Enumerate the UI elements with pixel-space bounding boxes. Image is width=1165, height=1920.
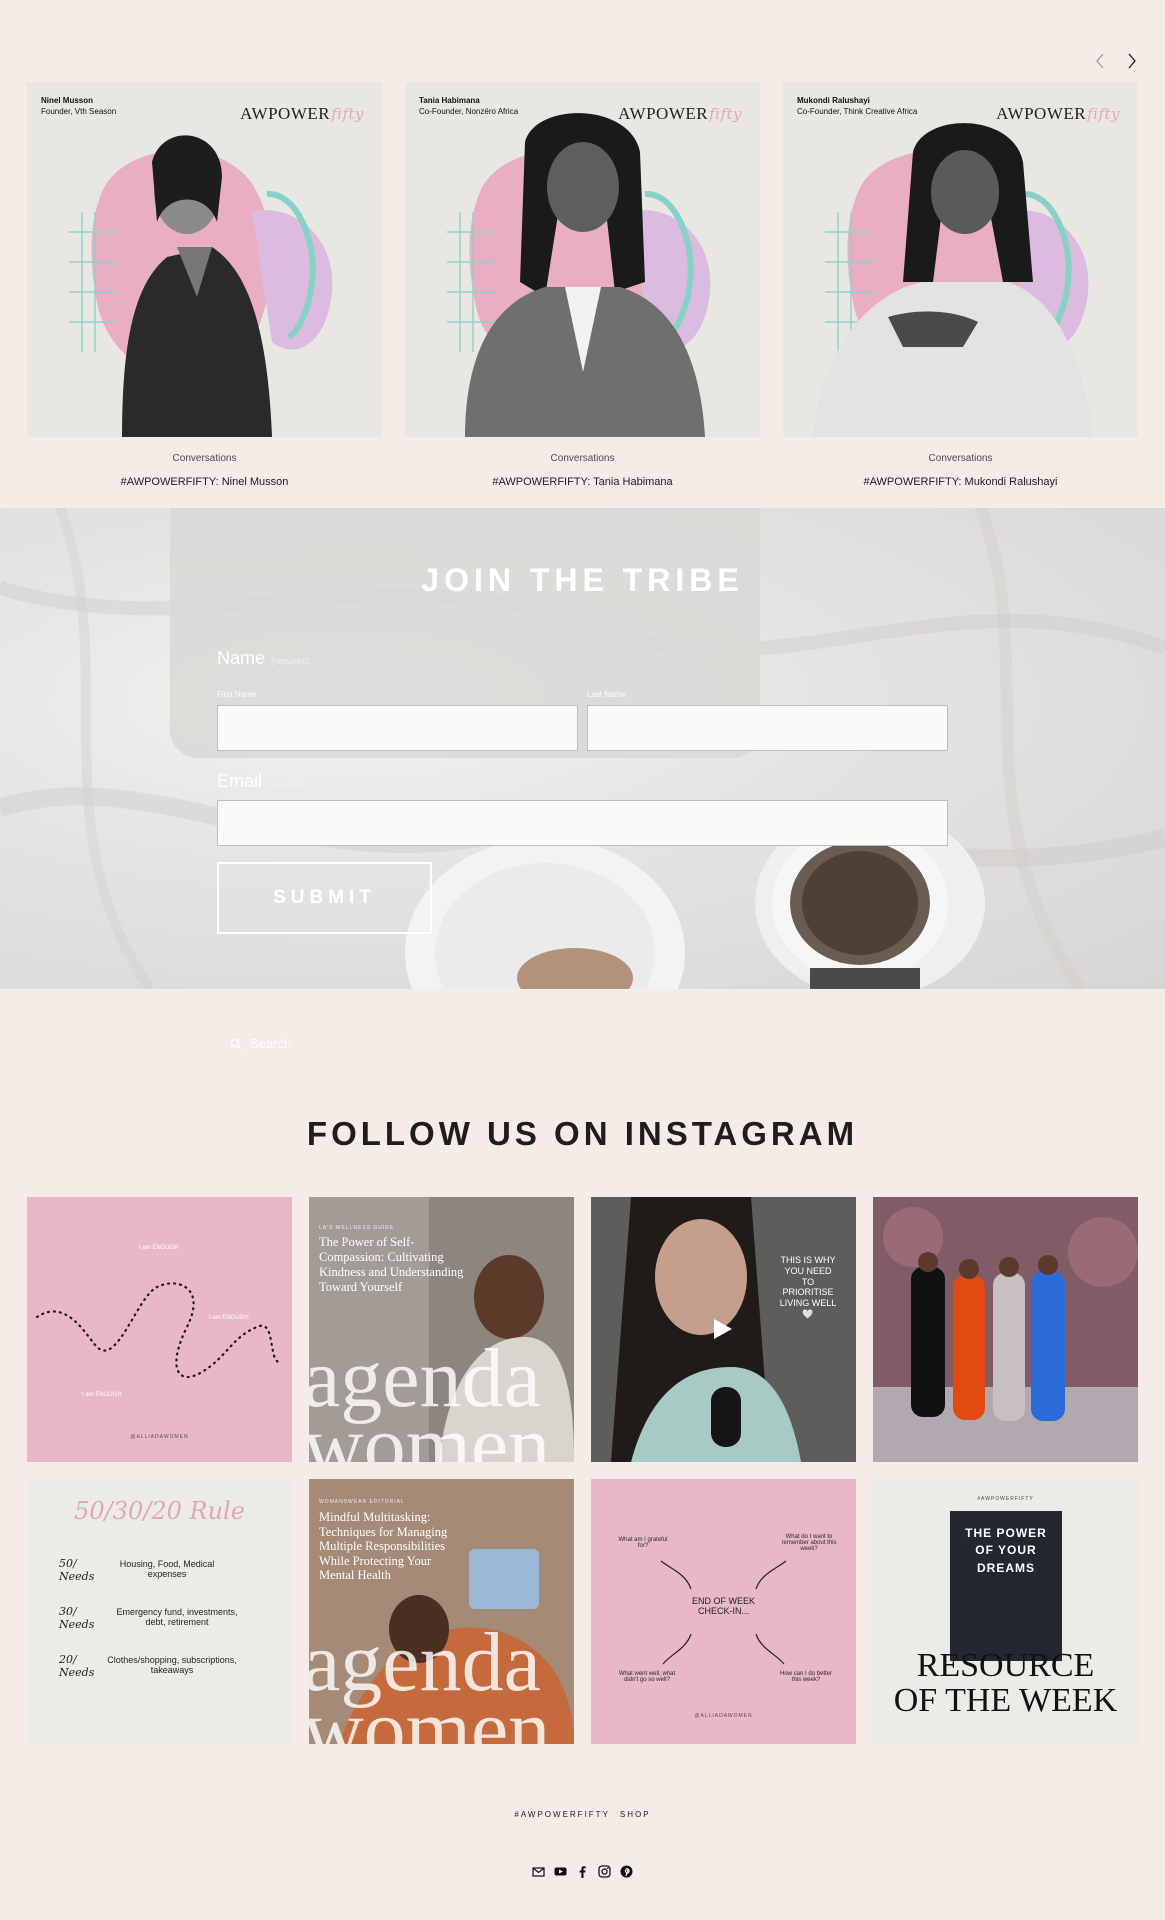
youtube-icon[interactable]: [554, 1865, 567, 1878]
post-handle: @ALLIADAWOMEN: [130, 1434, 189, 1440]
post-watermark: agenda women: [309, 1616, 551, 1744]
card-category[interactable]: Conversations: [405, 453, 760, 464]
article-card[interactable]: Mukondi Ralushayi Co-Founder, Think Crea…: [783, 82, 1138, 488]
post-question: What do I want to remember about this we…: [781, 1534, 837, 1552]
instagram-post[interactable]: [873, 1197, 1138, 1462]
first-name-field[interactable]: [217, 705, 578, 751]
instagram-post[interactable]: 50/30/20 Rule 50/ Needs Housing, Food, M…: [27, 1479, 292, 1744]
portrait-illustration: [813, 123, 1093, 437]
post-photo: [873, 1197, 1138, 1462]
join-title: JOIN THE TRIBE: [421, 562, 744, 598]
footer-nav: #AWPOWERFIFTY SHOP: [0, 1810, 1165, 1819]
submit-button[interactable]: SUBMIT: [217, 862, 432, 934]
post-headline: The Power of Self-Compassion: Cultivatin…: [319, 1235, 464, 1294]
card-title[interactable]: #AWPOWERFIFTY: Ninel Musson: [27, 476, 382, 488]
video-overlay-text: THIS IS WHY YOU NEED TO PRIORITISE LIVIN…: [779, 1255, 837, 1319]
portrait-illustration: [69, 135, 333, 437]
email-field[interactable]: [217, 800, 948, 846]
last-name-field[interactable]: [587, 705, 948, 751]
card-category[interactable]: Conversations: [27, 453, 382, 464]
instagram-post[interactable]: I am ENOUGH I am ENOUGH I am ENOUGH @ALL…: [27, 1197, 292, 1462]
last-name-label: Last Name: [587, 690, 626, 699]
affirmation-text: I am ENOUGH: [209, 1315, 249, 1321]
book-title: THE POWER OF YOUR DREAMS: [965, 1526, 1047, 1575]
search-input[interactable]: Search: [250, 1036, 291, 1051]
mail-icon[interactable]: [532, 1865, 545, 1878]
instagram-post[interactable]: #AWPOWERFIFTY THE POWER OF YOUR DREAMS R…: [873, 1479, 1138, 1744]
post-handle: @ALLIADAWOMEN: [694, 1713, 753, 1719]
play-icon[interactable]: [712, 1317, 734, 1346]
facebook-icon[interactable]: [576, 1865, 589, 1878]
post-headline: OF THE WEEK: [893, 1682, 1118, 1719]
prev-arrow-icon[interactable]: [1091, 52, 1109, 70]
carousel-arrows: [1091, 52, 1141, 70]
post-center-text: END OF WEEK CHECK-IN...: [691, 1596, 755, 1616]
rule-key: 30/ Needs: [59, 1605, 95, 1631]
email-label: Email (required): [217, 771, 308, 791]
articles-carousel: Ninel Musson Founder, Vth Season AWPOWER…: [0, 0, 1165, 508]
newsletter-signup-section: JOIN THE TRIBE Name (required) First Name…: [0, 508, 1165, 989]
rule-text: Clothes/shopping, subscriptions, takeawa…: [107, 1655, 237, 1675]
footer-link-awpowerfifty[interactable]: #AWPOWERFIFTY: [514, 1810, 609, 1819]
post-watermark: agenda women: [309, 1332, 551, 1462]
post-tag: #AWPOWERFIFTY: [977, 1496, 1034, 1502]
instagram-post[interactable]: WOMANSWEAR EDITORIAL Mindful Multitaskin…: [309, 1479, 574, 1744]
affirmation-text: I am ENOUGH: [82, 1392, 122, 1398]
next-arrow-icon[interactable]: [1123, 52, 1141, 70]
post-kicker: WOMANSWEAR EDITORIAL: [319, 1499, 405, 1505]
article-image[interactable]: Ninel Musson Founder, Vth Season AWPOWER…: [27, 82, 382, 437]
post-headline: Mindful Multitasking: Techniques for Man…: [319, 1510, 448, 1582]
instagram-title: FOLLOW US ON INSTAGRAM: [306, 1115, 859, 1152]
rule-text: Housing, Food, Medical expenses: [119, 1559, 215, 1579]
card-category[interactable]: Conversations: [783, 453, 1138, 464]
instagram-icon[interactable]: [598, 1865, 611, 1878]
footer-link-shop[interactable]: SHOP: [620, 1810, 651, 1819]
pinterest-icon[interactable]: [620, 1865, 633, 1878]
book-cover: THE POWER OF YOUR DREAMS: [950, 1511, 1062, 1661]
article-card[interactable]: Tania Habimana Co-Founder, Nonzëro Afric…: [405, 82, 760, 488]
social-links: [0, 1865, 1165, 1878]
article-image[interactable]: Mukondi Ralushayi Co-Founder, Think Crea…: [783, 82, 1138, 437]
portrait-illustration: [447, 113, 711, 437]
article-image[interactable]: Tania Habimana Co-Founder, Nonzëro Afric…: [405, 82, 760, 437]
affirmation-text: I am ENOUGH: [139, 1245, 179, 1251]
instagram-post[interactable]: THIS IS WHY YOU NEED TO PRIORITISE LIVIN…: [591, 1197, 856, 1462]
post-title: 50/30/20 Rule: [74, 1497, 245, 1525]
name-label: Name (required): [217, 648, 311, 668]
post-question: What am I grateful for?: [618, 1537, 668, 1549]
instagram-post[interactable]: LA'S WELLNESS GUIDE The Power of Self-Co…: [309, 1197, 574, 1462]
post-headline: RESOURCE: [916, 1647, 1095, 1684]
dotted-path-graphic: [35, 1282, 284, 1379]
search-bar[interactable]: Search: [230, 1036, 291, 1051]
rule-key: 20/ Needs: [59, 1653, 95, 1679]
rule-key: 50/ Needs: [59, 1557, 95, 1583]
search-icon: [230, 1038, 242, 1049]
first-name-label: First Name: [217, 690, 257, 699]
rule-text: Emergency fund, investments, debt, retir…: [116, 1607, 238, 1627]
card-title[interactable]: #AWPOWERFIFTY: Mukondi Ralushayi: [783, 476, 1138, 488]
article-card[interactable]: Ninel Musson Founder, Vth Season AWPOWER…: [27, 82, 382, 488]
instagram-post[interactable]: END OF WEEK CHECK-IN... What am I gratef…: [591, 1479, 856, 1744]
post-question: How can I do better this week?: [779, 1671, 833, 1683]
post-kicker: LA'S WELLNESS GUIDE: [319, 1225, 395, 1231]
card-title[interactable]: #AWPOWERFIFTY: Tania Habimana: [405, 476, 760, 488]
post-question: What went well, what didn't go so well?: [618, 1671, 676, 1683]
